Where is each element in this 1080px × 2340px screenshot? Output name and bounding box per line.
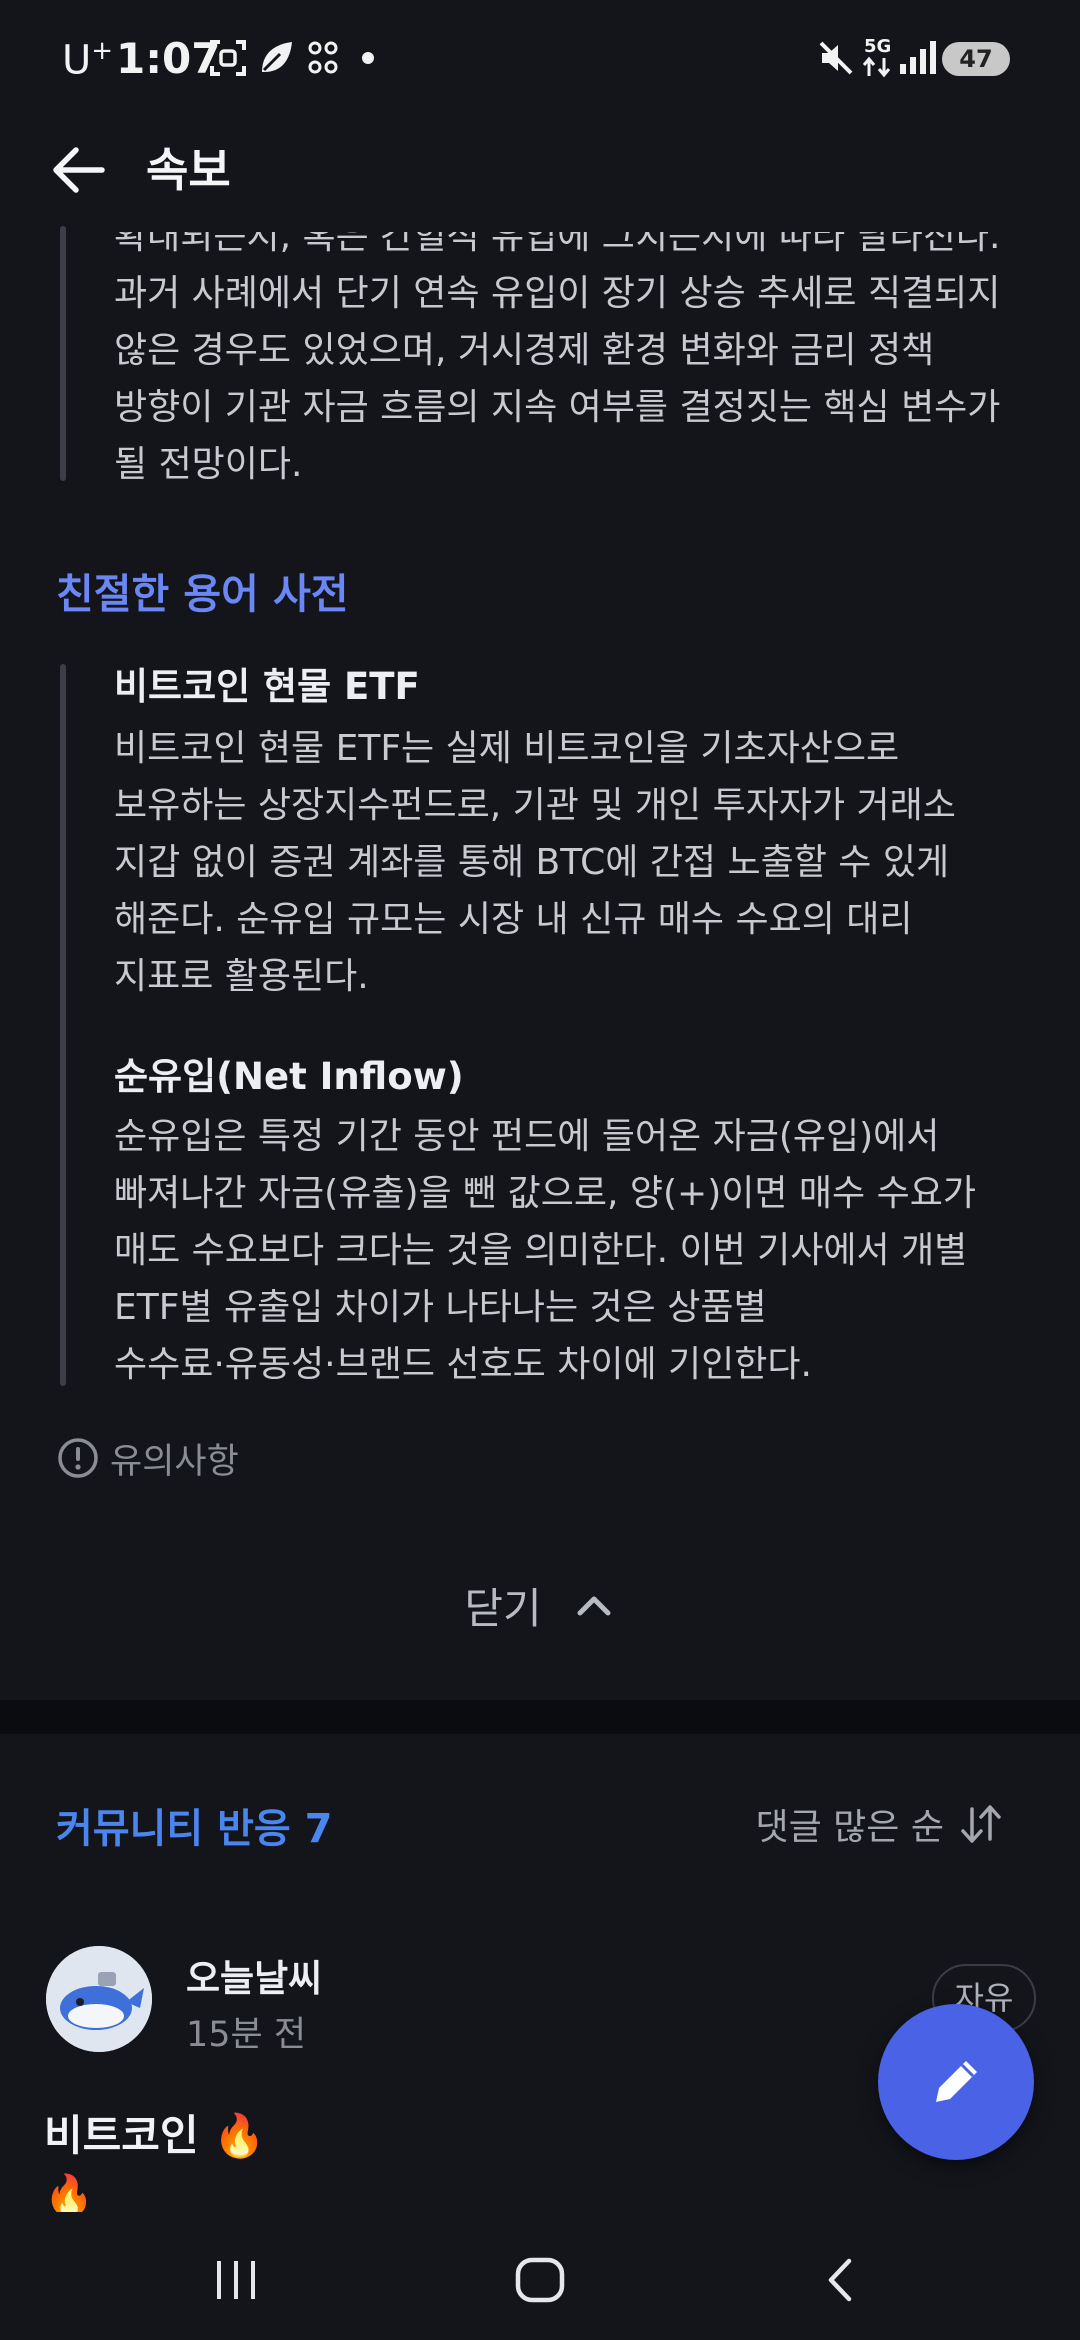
carrier-label: U+	[62, 36, 114, 84]
avatar[interactable]	[46, 1946, 152, 2052]
definition-line: 해준다. 순유입 규모는 시장 내 신규 매수 수요의 대리	[114, 899, 913, 940]
definition-line: 순유입은 특정 기간 동안 펀드에 들어온 자금(유입)에서	[114, 1116, 940, 1157]
definition-line: 빠져나간 자금(유출)을 뺀 값으로, 양(+)이면 매수 수요가	[114, 1173, 976, 1214]
recent-apps-icon	[217, 2261, 255, 2299]
paragraph-line: 될 전망이다.	[114, 444, 303, 485]
pencil-icon	[936, 2061, 977, 2102]
post-time: 15분 전	[186, 2015, 307, 2055]
term-heading: 비트코인 현물 ETF	[114, 665, 420, 708]
quote-bar	[60, 226, 66, 481]
status-time: 1:07	[116, 34, 221, 83]
notification-dot	[362, 52, 374, 64]
home-button[interactable]	[500, 2240, 580, 2320]
post-body[interactable]: 🔥	[44, 2172, 94, 2212]
username[interactable]: 오늘날씨	[186, 1948, 322, 2002]
definition-line: 수수료·유동성·브랜드 선호도 차이에 기인한다.	[114, 1344, 812, 1385]
sort-dropdown[interactable]: 댓글 많은 순	[756, 1798, 1005, 1850]
mute-icon	[819, 41, 853, 75]
whale-avatar-icon	[46, 1946, 152, 2052]
info-circle-icon	[58, 1438, 98, 1478]
back-button-overlay[interactable]	[46, 138, 110, 202]
glossary-quote-bar	[60, 664, 66, 1386]
app-grid-icon	[308, 41, 338, 74]
paragraph-line: 과거 사례에서 단기 연속 유입이 장기 상승 추세로 직결되지	[114, 273, 1001, 314]
definition-line: 비트코인 현물 ETF는 실제 비트코인을 기초자산으로	[114, 728, 900, 769]
notice-label: 유의사항	[110, 1441, 239, 1482]
term-definition: 순유입은 특정 기간 동안 펀드에 들어온 자금(유입)에서 빠져나간 자금(유…	[114, 1108, 1024, 1393]
definition-line: 보유하는 상장지수펀드로, 기관 및 개인 투자자가 거래소	[114, 785, 956, 826]
definition-line: 지갑 없이 증권 계좌를 통해 BTC에 간접 노출할 수 있게	[114, 842, 950, 883]
paragraph-line: 않은 경우도 있었으며, 거시경제 환경 변화와 금리 정책	[114, 330, 935, 371]
write-post-button[interactable]	[878, 2004, 1034, 2160]
notice-link[interactable]: 유의사항	[56, 1434, 239, 1482]
post-title[interactable]: 비트코인 🔥	[44, 2102, 265, 2163]
app-bar-overlay: 속보	[0, 120, 1080, 220]
community-title: 커뮤니티 반응 7	[56, 1806, 333, 1852]
page-title-overlay: 속보	[146, 143, 231, 197]
chevron-up-icon	[577, 1596, 611, 1616]
term-definition: 비트코인 현물 ETF는 실제 비트코인을 기초자산으로 보유하는 상장지수펀드…	[114, 720, 1024, 1005]
close-button[interactable]: 닫기	[0, 1570, 1080, 1640]
back-nav-button[interactable]	[802, 2240, 882, 2320]
network-type: 5G	[864, 36, 892, 57]
paragraph-line: 방향이 기관 자금 흐름의 지속 여부를 결정짓는 핵심 변수가	[114, 387, 1001, 428]
definition-line: 매도 수요보다 크다는 것을 의미한다. 이번 기사에서 개별	[114, 1230, 968, 1271]
close-label: 닫기	[464, 1583, 542, 1633]
data-arrows-icon	[862, 56, 891, 78]
sort-label: 댓글 많은 순	[755, 1807, 945, 1848]
sort-arrows-icon	[961, 1805, 1001, 1843]
screenshot-icon	[210, 40, 246, 76]
home-icon	[515, 2257, 565, 2303]
definition-line: 지표로 활용된다.	[114, 956, 369, 997]
leaf-icon	[262, 42, 292, 72]
glossary-title: 친절한 용어 사전	[56, 570, 349, 618]
battery-indicator: 47	[942, 42, 1010, 76]
system-nav-bar	[0, 2212, 1080, 2340]
chevron-left-icon	[828, 2258, 852, 2302]
arrow-left-icon	[53, 147, 105, 193]
status-bar: U+ 1:07 5G 47	[0, 0, 1080, 120]
section-divider	[0, 1700, 1080, 1734]
signal-icon	[900, 41, 936, 74]
article-paragraph: 확대되는지, 혹은 간헐적 유입에 그치는지에 따라 달라진다. 과거 사례에서…	[114, 232, 1024, 493]
recent-apps-button[interactable]	[196, 2240, 276, 2320]
term-heading: 순유입(Net Inflow)	[114, 1055, 464, 1098]
definition-line: ETF별 유출입 차이가 나타나는 것은 상품별	[114, 1287, 767, 1328]
